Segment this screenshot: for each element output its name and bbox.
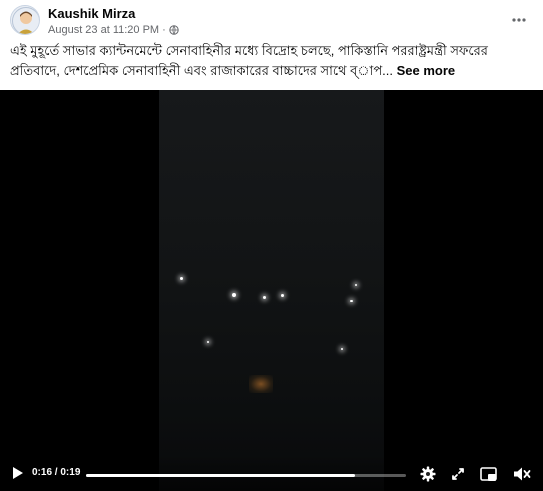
video-light (180, 277, 183, 280)
post-timestamp[interactable]: August 23 at 11:20 PM (48, 24, 159, 36)
author-avatar[interactable] (10, 5, 40, 35)
see-more-link[interactable]: See more (397, 63, 456, 78)
video-light (341, 348, 343, 350)
video-controls: 0:16 / 0:19 (0, 455, 543, 491)
post-text: এই মুহূর্তে সাভার ক্যান্টনমেন্টে সেনাবাহ… (10, 41, 535, 81)
duration: 0:19 (60, 467, 81, 478)
video-player[interactable]: 0:16 / 0:19 (0, 90, 543, 491)
fullscreen-icon[interactable] (450, 466, 466, 482)
post-header: Kaushik Mirza August 23 at 11:20 PM · (0, 0, 543, 40)
progress-fill (86, 474, 355, 477)
time-separator: / (54, 467, 58, 478)
avatar-image (11, 6, 39, 34)
post-card: Kaushik Mirza August 23 at 11:20 PM · এই… (0, 0, 543, 491)
video-light (355, 284, 357, 286)
volume-muted-icon[interactable] (512, 465, 532, 483)
video-light (232, 293, 236, 297)
video-light (350, 300, 353, 302)
video-light (281, 294, 284, 297)
video-frame (159, 90, 384, 491)
settings-icon[interactable] (419, 465, 437, 483)
video-light (263, 296, 266, 299)
globe-icon (169, 25, 179, 35)
video-time: 0:16 / 0:19 (32, 467, 80, 478)
post-meta: August 23 at 11:20 PM · (48, 24, 179, 36)
video-warm-glow (249, 375, 273, 393)
more-options-icon[interactable] (511, 12, 527, 28)
current-time: 0:16 (32, 467, 53, 478)
meta-separator: · (162, 24, 166, 36)
picture-in-picture-icon[interactable] (479, 465, 497, 483)
video-light (207, 341, 209, 343)
progress-bar[interactable] (86, 474, 406, 477)
author-name[interactable]: Kaushik Mirza (48, 6, 135, 21)
play-icon[interactable] (10, 465, 26, 481)
